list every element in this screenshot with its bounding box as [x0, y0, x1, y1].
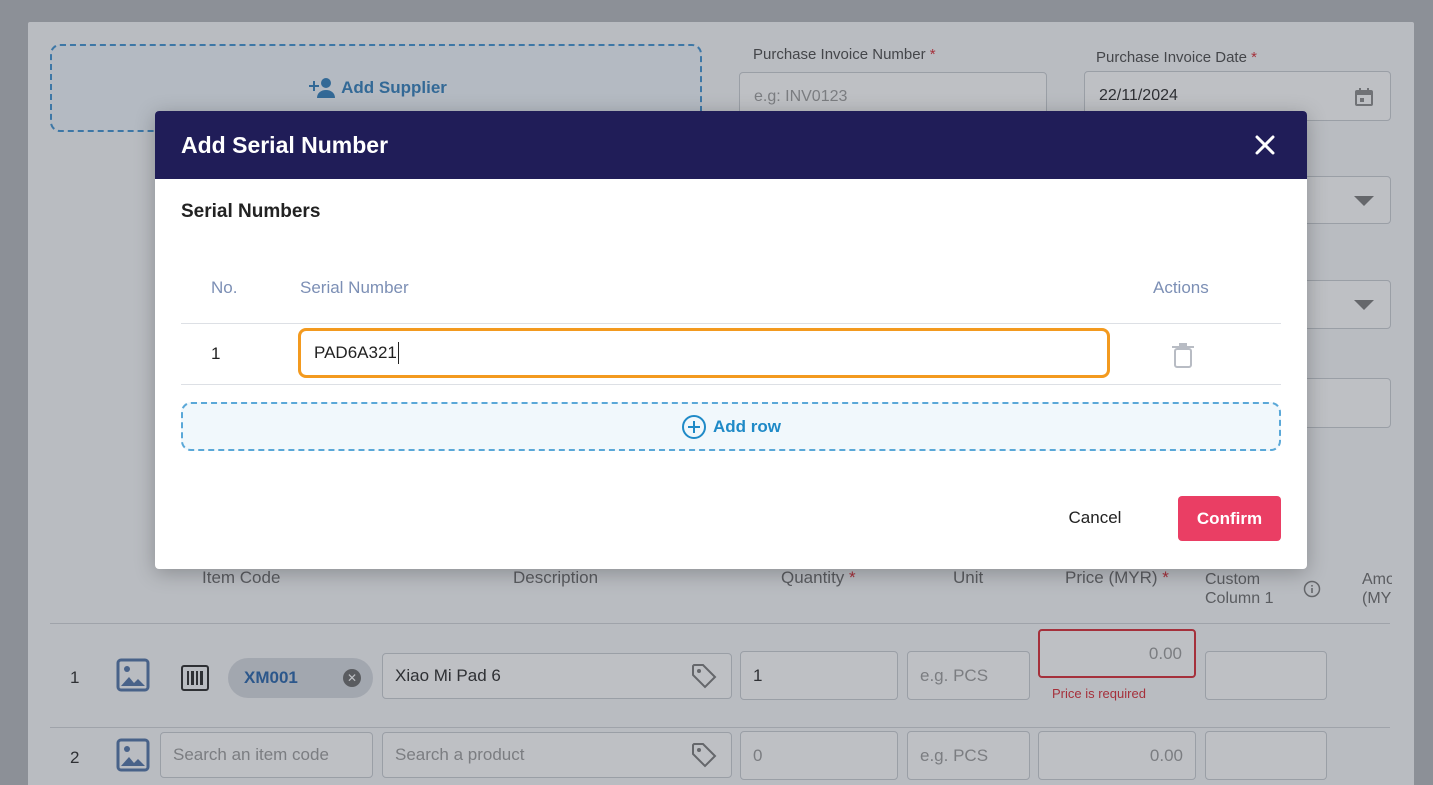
confirm-button[interactable]: Confirm — [1178, 496, 1281, 541]
column-header-no: No. — [211, 278, 238, 297]
serial-number-input[interactable]: PAD6A321 — [298, 328, 1110, 378]
column-header-actions: Actions — [1153, 278, 1209, 297]
trash-icon[interactable] — [1169, 341, 1197, 369]
table-divider — [181, 384, 1281, 385]
section-title: Serial Numbers — [181, 201, 321, 222]
close-icon[interactable] — [1253, 133, 1277, 157]
add-row-label: Add row — [713, 416, 781, 436]
table-divider — [181, 323, 1281, 324]
text-cursor — [397, 342, 399, 364]
dialog-title: Add Serial Number — [181, 131, 389, 158]
add-serial-number-dialog: Add Serial Number Serial Numbers No. Ser… — [155, 111, 1307, 569]
serial-row-number: 1 — [211, 344, 221, 363]
dialog-header: Add Serial Number — [155, 111, 1307, 179]
add-row-button[interactable]: Add row — [181, 402, 1281, 451]
plus-circle-icon — [682, 414, 706, 439]
column-header-serial: Serial Number — [300, 278, 409, 297]
cancel-button[interactable]: Cancel — [1050, 496, 1140, 540]
